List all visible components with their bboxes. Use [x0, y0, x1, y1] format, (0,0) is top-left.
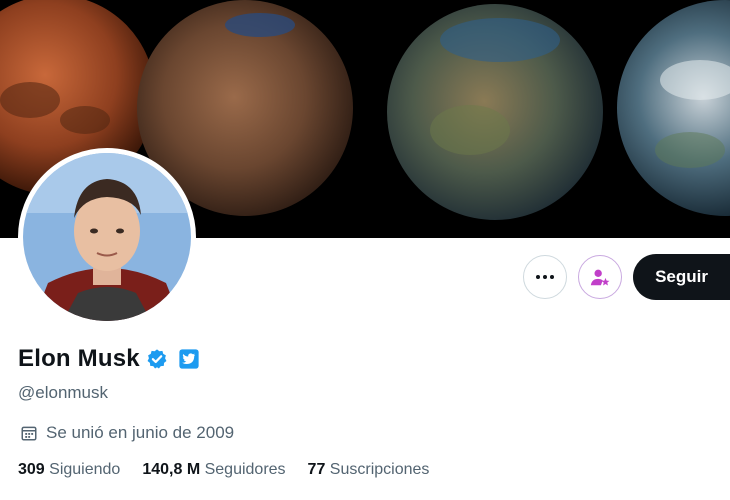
stat-following-value: 309 — [18, 461, 45, 478]
profile-stats: 309 Siguiendo 140,8 M Seguidores 77 Susc… — [18, 461, 429, 479]
stat-subscriptions-value: 77 — [307, 461, 326, 478]
planet-terraform-3 — [617, 0, 730, 216]
follow-button[interactable]: Seguir — [633, 254, 730, 300]
profile-name: Elon Musk — [18, 345, 140, 372]
more-dots-icon — [536, 275, 555, 279]
profile-actions: Seguir — [523, 254, 730, 300]
stat-followers-label: Seguidores — [204, 461, 286, 478]
profile-handle: @elonmusk — [18, 383, 109, 402]
affiliate-badge-icon[interactable] — [178, 348, 200, 370]
avatar[interactable] — [18, 148, 196, 326]
stat-following[interactable]: 309 Siguiendo — [18, 461, 120, 479]
joined-date: Se unió en junio de 2009 — [20, 423, 234, 443]
calendar-icon — [21, 426, 37, 441]
stat-followers-value: 140,8 M — [142, 461, 201, 478]
stat-subscriptions[interactable]: 77 Suscripciones — [308, 461, 430, 479]
verified-badge-icon[interactable] — [146, 348, 168, 370]
stat-following-label: Siguiendo — [49, 461, 121, 478]
more-button[interactable] — [523, 255, 568, 299]
subscribe-person-star-icon — [590, 269, 610, 286]
joined-date-text: Se unió en junio de 2009 — [46, 423, 235, 442]
profile-name-row: Elon Musk — [18, 345, 200, 373]
stat-subscriptions-label: Suscripciones — [329, 461, 430, 478]
stat-followers[interactable]: 140,8 M Seguidores — [142, 461, 285, 479]
subscribe-button[interactable] — [578, 255, 623, 299]
